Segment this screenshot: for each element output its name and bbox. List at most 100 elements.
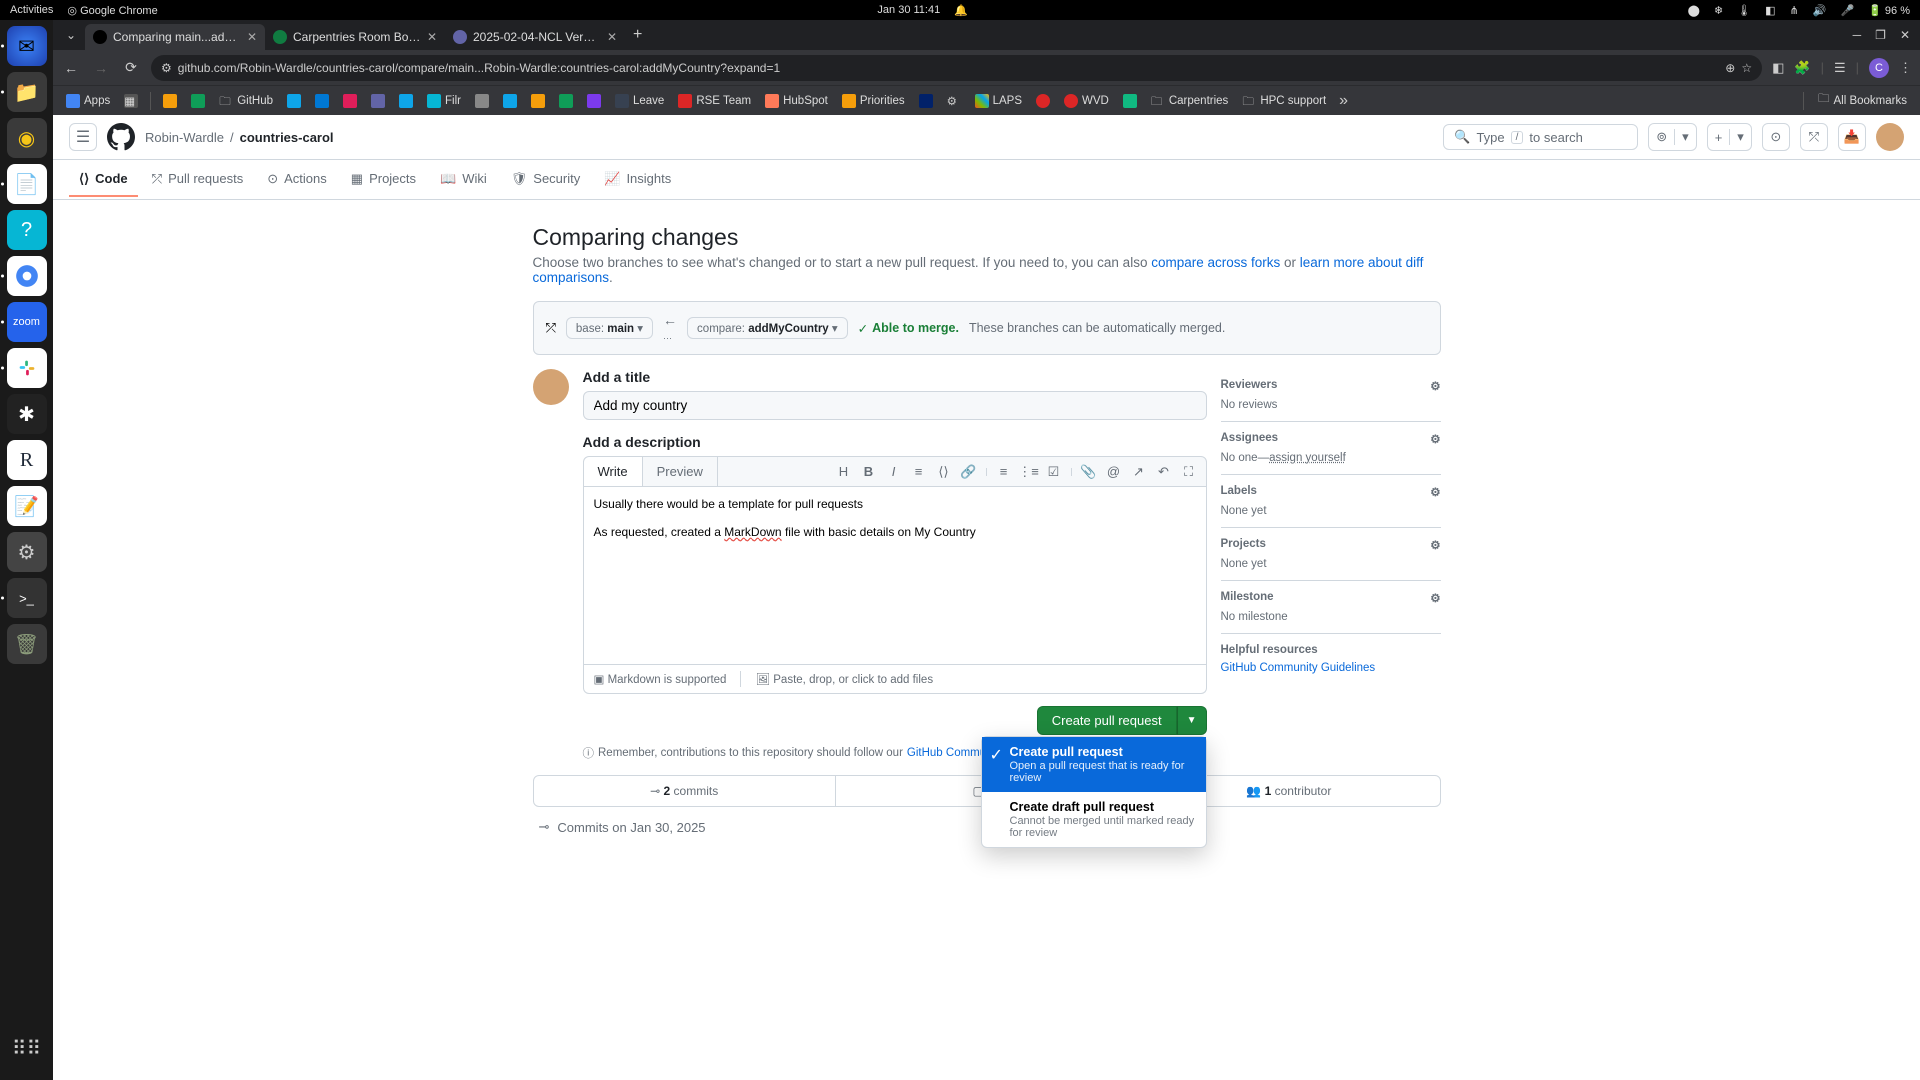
gear-icon[interactable]: ⚙ [1430, 432, 1440, 446]
hamburger-menu[interactable]: ☰ [69, 123, 97, 151]
volume-icon[interactable]: 🔊 [1813, 4, 1827, 17]
bookmark-item[interactable] [582, 94, 606, 108]
bookmark-star-icon[interactable]: ☆ [1741, 61, 1752, 75]
italic-icon[interactable]: I [883, 464, 905, 480]
site-info-icon[interactable]: ⚙ [161, 61, 172, 75]
gear-icon[interactable]: ⚙ [1430, 538, 1440, 552]
tab-projects[interactable]: ▦Projects [341, 163, 426, 197]
reference-icon[interactable]: ↗ [1128, 464, 1150, 480]
back-button[interactable]: ← [61, 60, 81, 76]
ol-icon[interactable]: ≡ [993, 464, 1015, 480]
browser-tab[interactable]: 2025-02-04-NCL Version ✕ [445, 24, 625, 50]
pr-description-textarea[interactable]: Usually there would be a template for pu… [583, 487, 1207, 665]
activities-button[interactable]: Activities [10, 4, 53, 16]
dock-chrome[interactable] [7, 256, 47, 296]
markdown-supported[interactable]: ▣ Markdown is supported [594, 672, 727, 686]
create-pr-option[interactable]: Create pull request Open a pull request … [982, 737, 1206, 792]
bookmark-hubspot[interactable]: HubSpot [760, 94, 833, 108]
maximize-button[interactable]: ❐ [1875, 28, 1886, 42]
tray-zoom-icon[interactable]: ⬤ [1688, 4, 1700, 17]
bookmark-item[interactable] [282, 94, 306, 108]
repo-link[interactable]: countries-carol [240, 130, 334, 145]
create-draft-pr-option[interactable]: Create draft pull request Cannot be merg… [982, 792, 1206, 847]
bookmark-priorities[interactable]: Priorities [837, 94, 910, 108]
base-branch-select[interactable]: base: main ▾ [566, 317, 653, 339]
bookmark-carpentries[interactable]: 🗀Carpentries [1146, 94, 1233, 108]
bookmark-item[interactable] [186, 94, 210, 108]
write-tab[interactable]: Write [584, 457, 643, 486]
tray-icon[interactable]: 🌡 [1737, 4, 1751, 17]
bookmark-hpc[interactable]: 🗀HPC support [1237, 94, 1331, 108]
tray-icon[interactable]: ◧ [1765, 4, 1775, 17]
close-icon[interactable]: ✕ [427, 30, 437, 44]
bookmark-item[interactable] [914, 94, 938, 108]
extensions-icon[interactable]: 🧩 [1794, 60, 1810, 76]
fullscreen-icon[interactable]: ⛶ [1178, 464, 1200, 480]
tab-actions[interactable]: ⊙Actions [257, 163, 337, 197]
user-avatar[interactable] [1876, 123, 1904, 151]
dock-app[interactable]: ✱ [7, 394, 47, 434]
close-icon[interactable]: ✕ [247, 30, 257, 44]
dock-libreoffice[interactable]: 📄 [7, 164, 47, 204]
all-bookmarks[interactable]: 🗀All Bookmarks [1813, 91, 1912, 110]
github-logo-icon[interactable] [107, 123, 135, 151]
tab-pull-requests[interactable]: ⤱Pull requests [142, 163, 254, 197]
tab-security[interactable]: 🛡Security [501, 163, 590, 197]
compare-forks-link[interactable]: compare across forks [1151, 255, 1280, 270]
bookmark-item[interactable] [310, 94, 334, 108]
close-icon[interactable]: ✕ [607, 30, 617, 44]
gear-icon[interactable]: ⚙ [1430, 591, 1440, 605]
minimize-button[interactable]: ─ [1853, 28, 1862, 42]
gear-icon[interactable]: ⚙ [1430, 379, 1440, 393]
tray-icon[interactable]: ❄ [1714, 4, 1723, 17]
dock-settings[interactable]: ⚙ [7, 532, 47, 572]
dock-rstudio[interactable]: R [7, 440, 47, 480]
pr-title-input[interactable] [583, 391, 1207, 420]
heading-icon[interactable]: H [833, 464, 855, 480]
battery-icon[interactable]: 🔋 96 % [1868, 4, 1910, 17]
reply-icon[interactable]: ↶ [1153, 464, 1175, 480]
bookmark-github[interactable]: 🗀GitHub [214, 94, 278, 108]
bookmark-item[interactable] [338, 94, 362, 108]
bookmark-item[interactable] [470, 94, 494, 108]
dock-zoom[interactable]: zoom [7, 302, 47, 342]
notification-icon[interactable]: 🔔 [954, 4, 968, 17]
clock[interactable]: Jan 30 11:41 [877, 4, 940, 16]
commits-count[interactable]: ⊸ 2 commits [534, 776, 836, 806]
reload-button[interactable]: ⟳ [121, 59, 141, 76]
bookmark-overflow[interactable]: » [1339, 92, 1348, 110]
dock-thunderbird[interactable]: ✉ [7, 26, 47, 66]
dock-trash[interactable]: 🗑 [7, 624, 47, 664]
tab-insights[interactable]: 📈Insights [594, 163, 681, 197]
dock-apps-grid[interactable]: ⠿⠿ [7, 1028, 47, 1068]
notifications-button[interactable]: 📥 [1838, 123, 1866, 151]
dock-rhythmbox[interactable]: ◉ [7, 118, 47, 158]
bookmark-apps[interactable]: Apps [61, 94, 115, 108]
dock-terminal[interactable]: >_ [7, 578, 47, 618]
dock-files[interactable]: 📁 [7, 72, 47, 112]
copilot-button[interactable]: ⊚▾ [1648, 123, 1696, 151]
bookmark-rse[interactable]: RSE Team [673, 94, 756, 108]
dock-help[interactable]: ? [7, 210, 47, 250]
add-button[interactable]: +▾ [1707, 123, 1752, 151]
pull-requests-button[interactable]: ⤱ [1800, 123, 1828, 151]
bookmark-item[interactable] [158, 94, 182, 108]
install-icon[interactable]: ⊕ [1725, 61, 1735, 75]
bookmark-item[interactable] [394, 94, 418, 108]
preview-tab[interactable]: Preview [643, 457, 718, 486]
bookmark-item[interactable] [1118, 94, 1142, 108]
community-guidelines-link[interactable]: GitHub Community Guidelines [1221, 662, 1376, 674]
url-input[interactable]: ⚙ github.com/Robin-Wardle/countries-caro… [151, 55, 1762, 81]
bookmark-item[interactable] [526, 94, 550, 108]
search-input[interactable]: 🔍 Type / to search [1443, 124, 1638, 150]
bold-icon[interactable]: B [858, 464, 880, 480]
task-icon[interactable]: ☑ [1043, 464, 1065, 480]
new-tab-button[interactable]: + [625, 26, 650, 44]
bookmark-leave[interactable]: Leave [610, 94, 669, 108]
bookmark-filr[interactable]: Filr [422, 94, 466, 108]
dock-editor[interactable]: 📝 [7, 486, 47, 526]
bookmark-wvd[interactable]: WVD [1059, 94, 1114, 108]
browser-tab[interactable]: Comparing main...addMy ✕ [85, 24, 265, 50]
chrome-menu-button[interactable]: ⋮ [1899, 60, 1912, 76]
create-pr-button[interactable]: Create pull request [1037, 706, 1177, 735]
